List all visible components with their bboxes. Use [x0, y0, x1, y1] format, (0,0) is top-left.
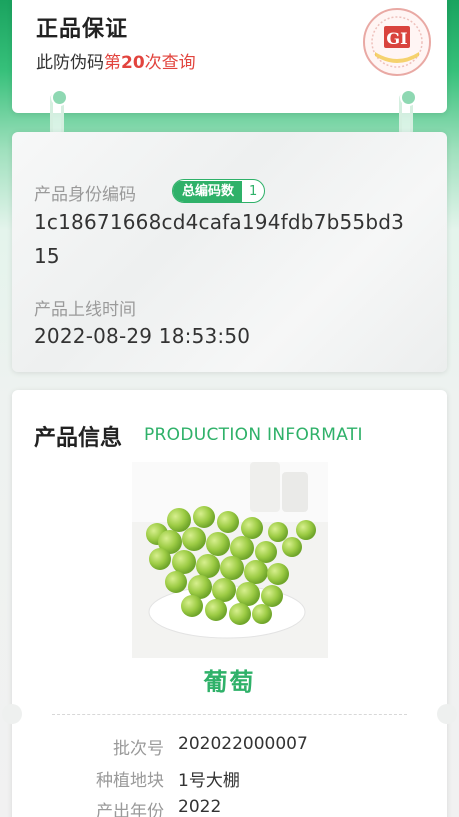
total-code-badge-count: 1 [249, 183, 258, 199]
product-identity-card: 产品身份编码 总编码数 1 1c18671668cd4cafa194fdb7b5… [12, 132, 447, 372]
detail-value: 2022 [178, 797, 222, 817]
product-info-card: 产品信息 PRODUCTION INFORMATI 葡萄 批次号 2020220… [2, 390, 457, 817]
gi-seal-icon: GI [363, 8, 431, 76]
section-title-en: PRODUCTION INFORMATI [144, 425, 363, 445]
grapes-image [132, 462, 328, 658]
ticket-notch-right [437, 704, 457, 724]
detail-label: 种植地块 [96, 771, 164, 791]
code-label: 产品身份编码 [34, 185, 136, 205]
query-count-text: 此防伪码第20次查询 [36, 53, 196, 73]
total-code-badge: 总编码数 1 [172, 179, 266, 203]
online-time-label: 产品上线时间 [34, 300, 136, 320]
authenticity-card: 正品保证 此防伪码第20次查询 GI [12, 0, 447, 113]
detail-label: 产出年份 [96, 802, 164, 817]
online-time-value: 2022-08-29 18:53:50 [34, 324, 251, 348]
ticket-notch-left [2, 704, 22, 724]
query-count: 20 [121, 53, 145, 73]
detail-value: 202022000007 [178, 734, 308, 754]
svg-text:GI: GI [386, 29, 407, 48]
total-code-badge-label: 总编码数 [173, 180, 243, 202]
authenticity-title: 正品保证 [36, 17, 129, 42]
section-title: 产品信息 [34, 426, 123, 451]
detail-label: 批次号 [113, 739, 164, 759]
code-value-line1: 1c18671668cd4cafa194fdb7b55bd3 [34, 210, 405, 234]
product-name: 葡萄 [203, 668, 256, 696]
detail-value: 1号大棚 [178, 771, 240, 791]
code-value-line2: 15 [34, 244, 60, 268]
dashed-divider [52, 714, 407, 715]
